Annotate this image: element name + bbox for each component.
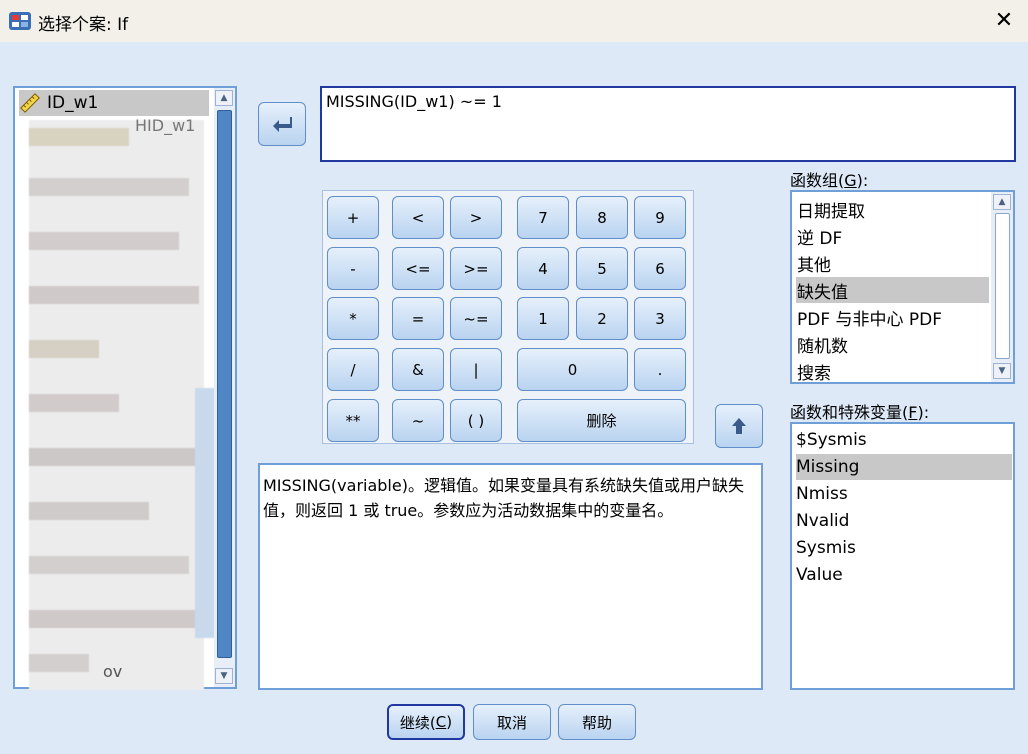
obscured-variable-label: HID_w1	[135, 116, 196, 135]
up-arrow-icon	[732, 418, 746, 434]
spss-app-icon	[9, 12, 31, 30]
scroll-down-arrow-icon[interactable]: ▼	[215, 668, 233, 684]
key-divide[interactable]: /	[327, 348, 379, 391]
function-group-item[interactable]: 日期提取	[796, 196, 989, 222]
function-group-item[interactable]: 其他	[796, 250, 989, 276]
expression-input[interactable]: MISSING(ID_w1) ~= 1	[320, 86, 1016, 162]
curved-left-arrow-icon	[273, 117, 292, 132]
functions-label: 函数和特殊变量(F):	[790, 403, 930, 422]
function-group-item[interactable]: 搜索	[796, 358, 989, 384]
insert-variable-button[interactable]	[258, 102, 306, 146]
function-group-item-selected[interactable]: 缺失值	[796, 277, 989, 303]
insert-function-button[interactable]	[715, 404, 763, 448]
key-7[interactable]: 7	[517, 196, 569, 239]
key-multiply[interactable]: *	[327, 297, 379, 340]
key-6[interactable]: 6	[634, 247, 686, 290]
scroll-down-arrow-icon[interactable]: ▼	[993, 363, 1011, 379]
key-not[interactable]: ~	[392, 399, 444, 442]
key-2[interactable]: 2	[576, 297, 628, 340]
key-and[interactable]: &	[392, 348, 444, 391]
window-title: 选择个案: If	[38, 15, 129, 35]
key-1[interactable]: 1	[517, 297, 569, 340]
key-not-equal[interactable]: ~=	[450, 297, 502, 340]
key-less-than[interactable]: <	[392, 196, 444, 239]
function-item-selected[interactable]: Missing	[796, 454, 1012, 480]
close-button[interactable]: ✕	[980, 0, 1028, 40]
function-group-scrollbar[interactable]: ▲ ▼	[991, 192, 1013, 382]
key-power[interactable]: **	[327, 399, 379, 442]
function-item[interactable]: Nmiss	[796, 481, 1012, 507]
scroll-up-arrow-icon[interactable]: ▲	[993, 194, 1011, 210]
key-3[interactable]: 3	[634, 297, 686, 340]
function-group-item[interactable]: 逆 DF	[796, 223, 989, 249]
help-button[interactable]: 帮助	[558, 704, 636, 740]
scroll-up-arrow-icon[interactable]: ▲	[215, 90, 233, 106]
title-bar: 选择个案: If ✕	[0, 0, 1028, 42]
function-item[interactable]: $Sysmis	[796, 427, 1012, 453]
key-0[interactable]: 0	[517, 348, 628, 391]
key-plus[interactable]: +	[327, 196, 379, 239]
variable-list-scrollbar[interactable]: ▲ ▼	[214, 88, 235, 687]
function-description: MISSING(variable)。逻辑值。如果变量具有系统缺失值或用户缺失值，…	[258, 463, 763, 690]
function-item[interactable]: Value	[796, 562, 1012, 588]
ruler-scale-icon	[20, 93, 40, 113]
function-group-list[interactable]: 日期提取 逆 DF 其他 缺失值 PDF 与非中心 PDF 随机数 搜索 ▲ ▼	[790, 190, 1015, 384]
key-parentheses[interactable]: ( )	[450, 399, 502, 442]
variable-list[interactable]: ID_w1 HID_w1 ov ▲ ▼	[13, 86, 237, 690]
scroll-thumb[interactable]	[995, 213, 1010, 359]
function-item[interactable]: Sysmis	[796, 535, 1012, 561]
key-minus[interactable]: -	[327, 247, 379, 290]
key-equal[interactable]: =	[392, 297, 444, 340]
key-greater-equal[interactable]: >=	[450, 247, 502, 290]
scroll-thumb[interactable]	[217, 110, 232, 658]
key-9[interactable]: 9	[634, 196, 686, 239]
functions-list[interactable]: $Sysmis Missing Nmiss Nvalid Sysmis Valu…	[790, 422, 1015, 690]
key-8[interactable]: 8	[576, 196, 628, 239]
key-4[interactable]: 4	[517, 247, 569, 290]
continue-button[interactable]: 继续(C)	[387, 704, 465, 740]
function-group-item[interactable]: 随机数	[796, 331, 989, 357]
variable-item-id-w1[interactable]: ID_w1	[19, 90, 209, 116]
key-delete[interactable]: 删除	[517, 399, 686, 442]
key-less-equal[interactable]: <=	[392, 247, 444, 290]
function-item[interactable]: Nvalid	[796, 508, 1012, 534]
function-group-item[interactable]: PDF 与非中心 PDF	[796, 304, 989, 330]
key-greater-than[interactable]: >	[450, 196, 502, 239]
close-icon: ✕	[994, 7, 1014, 33]
function-group-label: 函数组(G):	[790, 171, 869, 190]
key-or[interactable]: |	[450, 348, 502, 391]
obscured-variable-label: ov	[103, 662, 123, 681]
variable-label: ID_w1	[47, 93, 99, 113]
key-5[interactable]: 5	[576, 247, 628, 290]
cancel-button[interactable]: 取消	[473, 704, 551, 740]
key-decimal[interactable]: .	[634, 348, 686, 391]
